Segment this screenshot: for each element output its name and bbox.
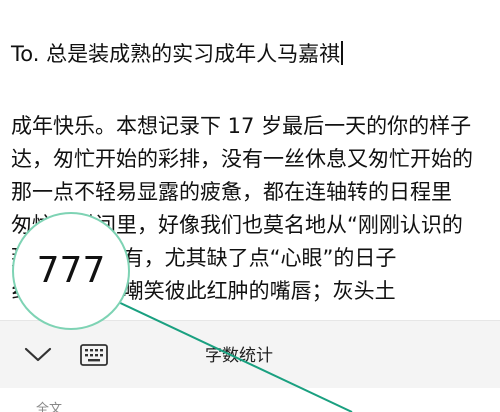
document-line-3: 那一点不轻易显露的疲惫，都在连轴转的日程里 [11, 180, 452, 204]
document-line-2: 达，匆忙开始的彩排，没有一丝休息又匆忙开始的 [11, 147, 473, 171]
fulltext-label: 全文 [36, 402, 63, 412]
document-title-line[interactable]: To. 总是装成熟的实习成年人马嘉祺 [11, 40, 344, 68]
keyboard-icon [80, 344, 108, 366]
chevron-down-icon [24, 347, 52, 362]
text-cursor [341, 41, 344, 65]
word-count-panel: 全文 [0, 388, 500, 412]
word-count-toolbar: 字数统计 [0, 320, 500, 389]
collapse-button[interactable] [20, 337, 56, 373]
document-line-1: 成年快乐。本想记录下 17 岁最后一天的你的样子 [11, 114, 472, 138]
document-title: To. 总是装成熟的实习成年人马嘉祺 [11, 42, 341, 66]
magnifier-callout: 777 [12, 212, 130, 330]
keyboard-button[interactable] [76, 337, 112, 373]
word-count-title: 字数统计 [205, 346, 273, 366]
word-count-value: 777 [36, 250, 106, 291]
